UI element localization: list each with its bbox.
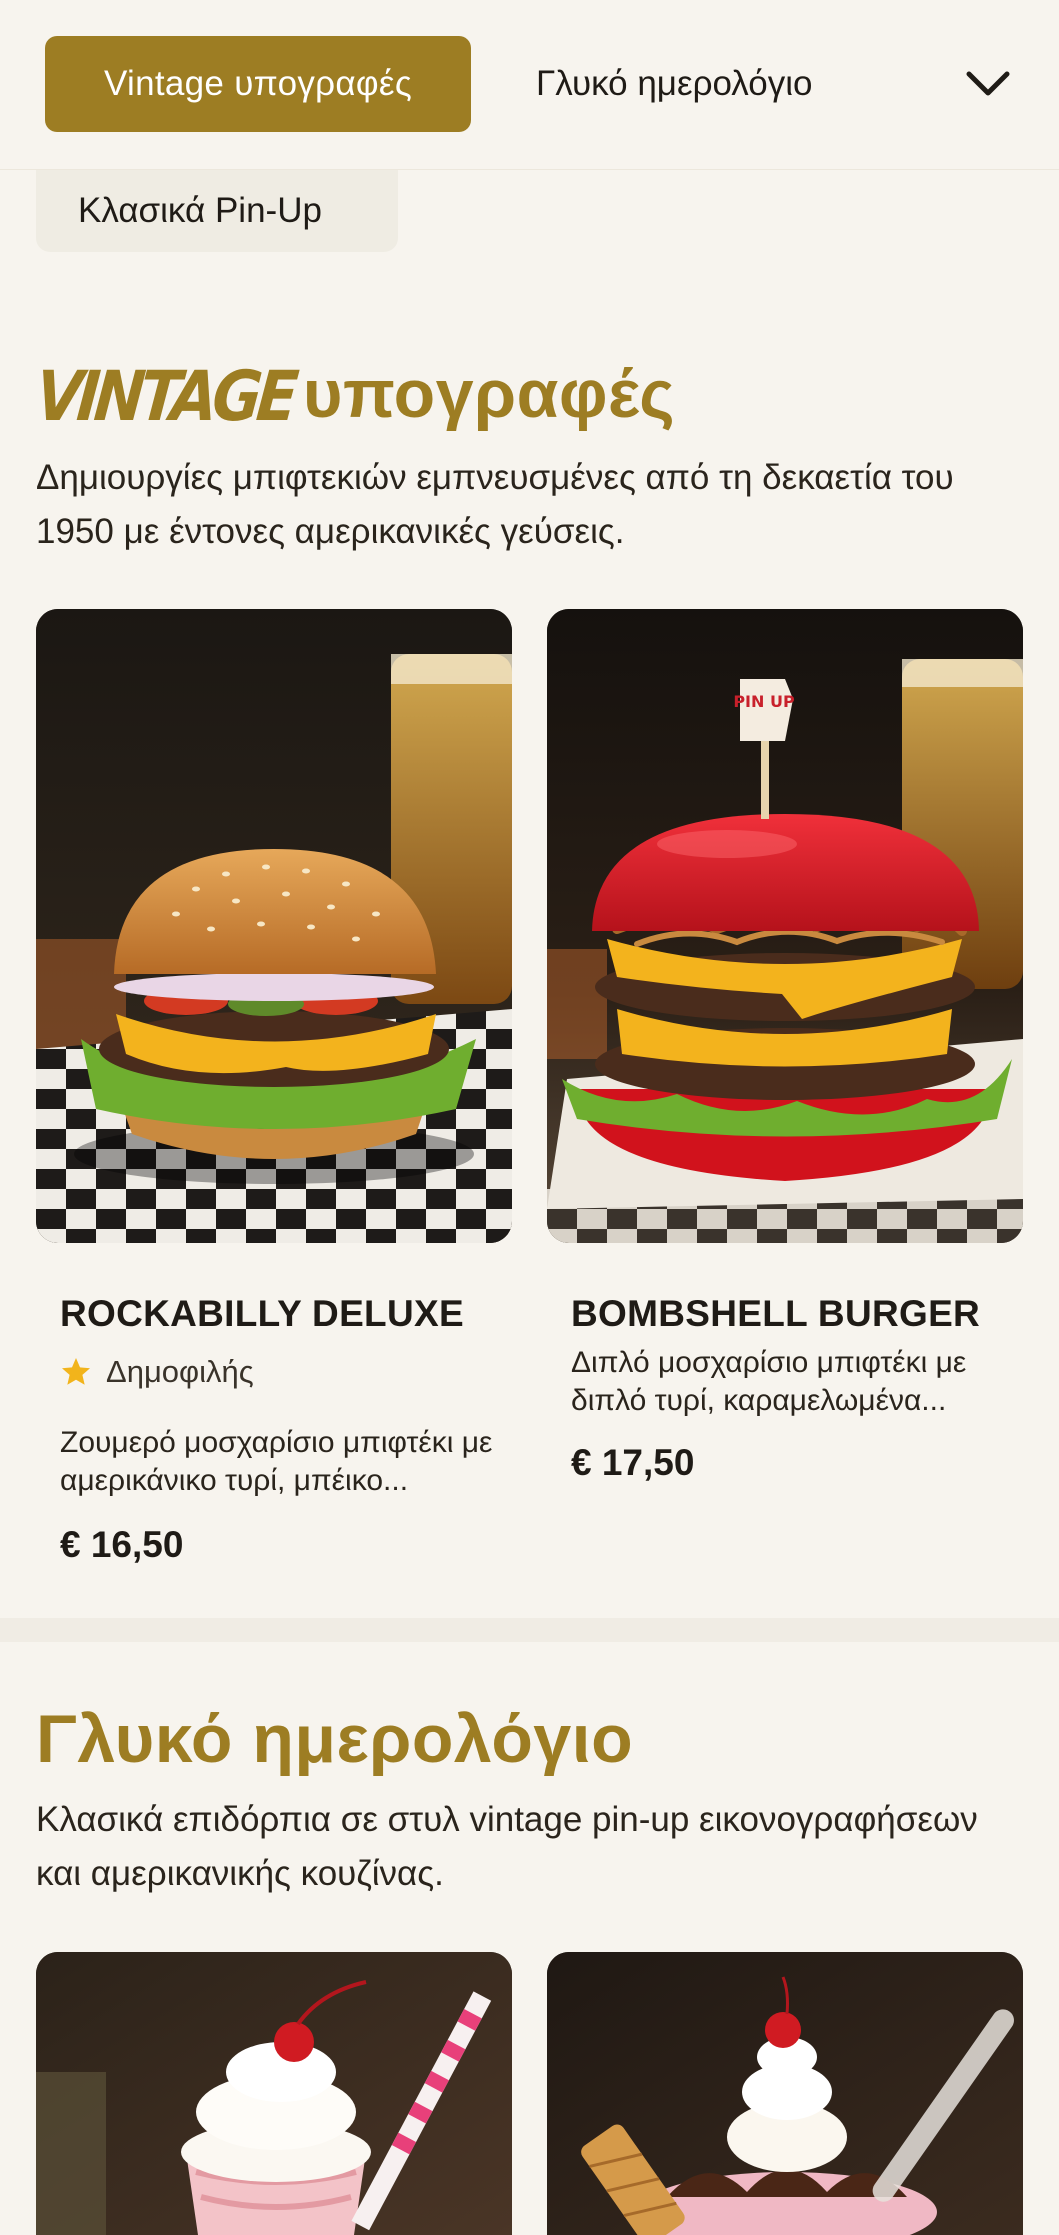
- chevron-down-icon[interactable]: [960, 60, 1016, 108]
- product-image-bombshell[interactable]: PIN UP: [547, 609, 1023, 1243]
- product-image-rockabilly[interactable]: [36, 609, 512, 1243]
- product-name[interactable]: BOMBSHELL BURGER: [571, 1293, 980, 1335]
- section-title-sweet-diary: Γλυκό ημερολόγιο: [36, 1701, 634, 1777]
- popular-badge-label: Δημοφιλής: [106, 1354, 254, 1389]
- section-divider: [0, 1618, 1059, 1642]
- category-nav: Vintage υπογραφές Γλυκό ημερολόγιο: [0, 0, 1059, 170]
- product-name[interactable]: ROCKABILLY DELUXE: [60, 1293, 464, 1335]
- product-image-sundae[interactable]: [547, 1952, 1023, 2235]
- section-title-rest: υπογραφές: [302, 356, 676, 432]
- section-title-stylized: VINTAGE: [32, 356, 297, 438]
- tab-vintage-signatures[interactable]: Vintage υπογραφές: [45, 36, 471, 132]
- section-description: Δημιουργίες μπιφτεκιών εμπνευσμένες από …: [36, 458, 954, 551]
- product-image-milkshake[interactable]: [36, 1952, 512, 2235]
- tab-sweet-diary[interactable]: Γλυκό ημερολόγιο: [536, 36, 812, 132]
- star-icon: [62, 1358, 90, 1385]
- product-description: Διπλό μοσχαρίσιο μπιφτέκι με διπλό τυρί,…: [571, 1346, 967, 1417]
- popular-badge: Δημοφιλής: [60, 1354, 254, 1390]
- product-price: € 17,50: [571, 1442, 695, 1483]
- product-description: Ζουμερό μοσχαρίσιο μπιφτέκι με αμερικάνι…: [60, 1426, 493, 1497]
- tab-classic-pinup[interactable]: Κλασικά Pin-Up: [36, 170, 398, 252]
- section-title-vintage: VINTAGEυπογραφές: [32, 355, 676, 437]
- section-description: Κλασικά επιδόρπια σε στυλ vintage pin-up…: [36, 1800, 978, 1893]
- product-price: € 16,50: [60, 1524, 184, 1565]
- flag-label: PIN UP: [733, 692, 795, 711]
